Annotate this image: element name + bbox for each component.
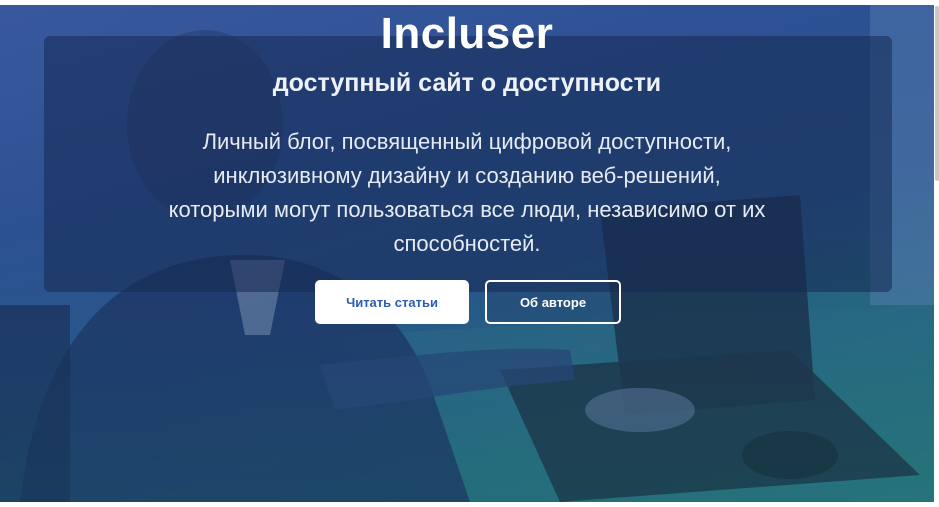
site-subtitle: доступный сайт о доступности [272,69,662,97]
description-line: которыми могут пользоваться все люди, не… [168,197,766,222]
description-line: Личный блог, посвященный цифровой доступ… [202,129,732,154]
bottom-strip [0,502,939,507]
description-line: способностей. [393,231,541,256]
scrollbar-track[interactable] [934,0,939,507]
description-line: инклюзивному дизайну и созданию веб-реше… [213,163,721,188]
about-author-button[interactable]: Об авторе [485,280,621,324]
hero-section: Incluser доступный сайт о доступности Ли… [0,5,934,502]
site-title: Incluser [380,9,554,58]
read-articles-button[interactable]: Читать статьи [315,280,469,324]
site-description: Личный блог, посвященный цифровой доступ… [140,125,794,261]
scrollbar-thumb[interactable] [935,6,939,181]
